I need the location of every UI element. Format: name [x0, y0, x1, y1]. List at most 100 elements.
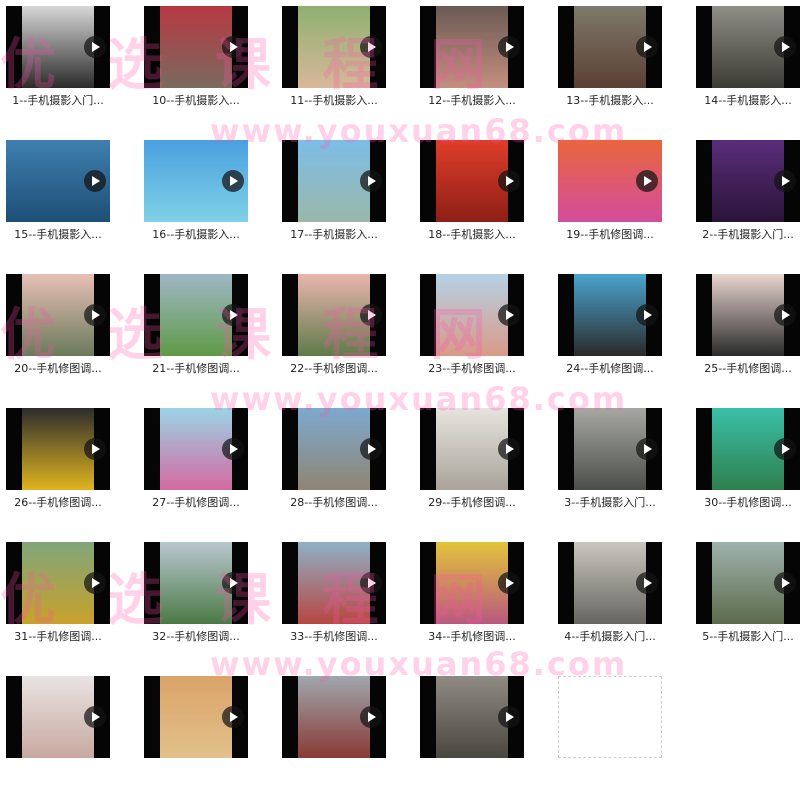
video-file-name: 31--手机修图调...	[14, 630, 102, 643]
video-file-item[interactable]: 12--手机摄影入...	[414, 0, 544, 124]
video-thumbnail[interactable]	[6, 140, 110, 222]
video-thumbnail[interactable]	[282, 676, 386, 758]
play-icon	[222, 706, 244, 728]
video-file-name: 5--手机摄影入门...	[702, 630, 794, 643]
video-file-item[interactable]: 14--手机摄影入...	[690, 0, 803, 124]
video-file-item[interactable]: 27--手机修图调...	[138, 402, 268, 526]
video-file-name: 22--手机修图调...	[290, 362, 378, 375]
video-file-name: 20--手机修图调...	[14, 362, 102, 375]
video-thumbnail[interactable]	[144, 274, 248, 356]
video-file-item[interactable]: 30--手机修图调...	[690, 402, 803, 526]
video-file-name: 4--手机摄影入门...	[564, 630, 656, 643]
play-icon	[498, 304, 520, 326]
video-thumbnail[interactable]	[696, 274, 800, 356]
video-thumbnail[interactable]	[696, 6, 800, 88]
video-file-name: 29--手机修图调...	[428, 496, 516, 509]
video-thumbnail[interactable]	[6, 676, 110, 758]
video-file-name: 19--手机修图调...	[566, 228, 654, 241]
video-file-name: 18--手机摄影入...	[428, 228, 516, 241]
play-icon	[774, 304, 796, 326]
video-file-name: 16--手机摄影入...	[152, 228, 240, 241]
video-file-name: 13--手机摄影入...	[566, 94, 654, 107]
video-file-item[interactable]	[276, 670, 406, 794]
video-thumbnail[interactable]	[420, 676, 524, 758]
video-file-item[interactable]: 18--手机摄影入...	[414, 134, 544, 258]
video-thumbnail[interactable]	[6, 542, 110, 624]
video-file-item[interactable]: 25--手机修图调...	[690, 268, 803, 392]
video-file-item[interactable]: 33--手机修图调...	[276, 536, 406, 660]
video-thumbnail[interactable]	[144, 676, 248, 758]
video-file-item[interactable]	[138, 670, 268, 794]
video-thumbnail[interactable]	[282, 274, 386, 356]
video-thumbnail[interactable]	[558, 408, 662, 490]
video-file-item[interactable]: 1--手机摄影入门...	[0, 0, 130, 124]
video-thumbnail[interactable]	[144, 6, 248, 88]
video-file-item[interactable]: 2--手机摄影入门...	[690, 134, 803, 258]
video-thumbnail[interactable]	[558, 676, 662, 758]
video-file-name: 30--手机修图调...	[704, 496, 792, 509]
play-icon	[222, 36, 244, 58]
play-icon	[84, 438, 106, 460]
play-icon	[774, 572, 796, 594]
video-file-item[interactable]: 11--手机摄影入...	[276, 0, 406, 124]
video-file-item[interactable]: 19--手机修图调...	[552, 134, 682, 258]
video-file-item[interactable]: 10--手机摄影入...	[138, 0, 268, 124]
video-file-item[interactable]: 4--手机摄影入门...	[552, 536, 682, 660]
video-file-item[interactable]	[552, 670, 682, 794]
video-file-item[interactable]: 29--手机修图调...	[414, 402, 544, 526]
video-thumbnail[interactable]	[144, 542, 248, 624]
video-thumbnail[interactable]	[6, 274, 110, 356]
play-icon	[636, 36, 658, 58]
video-file-item[interactable]: 26--手机修图调...	[0, 402, 130, 526]
video-file-item[interactable]: 34--手机修图调...	[414, 536, 544, 660]
video-file-name: 25--手机修图调...	[704, 362, 792, 375]
video-thumbnail[interactable]	[558, 140, 662, 222]
video-thumbnail[interactable]	[420, 542, 524, 624]
video-file-item[interactable]: 3--手机摄影入门...	[552, 402, 682, 526]
video-thumbnail[interactable]	[282, 408, 386, 490]
video-file-item[interactable]: 32--手机修图调...	[138, 536, 268, 660]
video-file-name: 34--手机修图调...	[428, 630, 516, 643]
video-thumbnail[interactable]	[696, 542, 800, 624]
video-file-item[interactable]: 17--手机摄影入...	[276, 134, 406, 258]
video-file-name: 15--手机摄影入...	[14, 228, 102, 241]
video-thumbnail[interactable]	[420, 6, 524, 88]
video-file-item[interactable]: 31--手机修图调...	[0, 536, 130, 660]
play-icon	[360, 304, 382, 326]
video-file-item[interactable]: 24--手机修图调...	[552, 268, 682, 392]
video-file-item[interactable]: 23--手机修图调...	[414, 268, 544, 392]
video-file-item[interactable]: 13--手机摄影入...	[552, 0, 682, 124]
video-thumbnail[interactable]	[144, 408, 248, 490]
video-thumbnail[interactable]	[282, 140, 386, 222]
video-thumbnail[interactable]	[420, 140, 524, 222]
video-thumbnail[interactable]	[6, 6, 110, 88]
video-file-name: 12--手机摄影入...	[428, 94, 516, 107]
video-file-name: 21--手机修图调...	[152, 362, 240, 375]
video-file-item[interactable]: 16--手机摄影入...	[138, 134, 268, 258]
video-file-item[interactable]: 15--手机摄影入...	[0, 134, 130, 258]
video-file-name: 26--手机修图调...	[14, 496, 102, 509]
video-thumbnail[interactable]	[696, 408, 800, 490]
video-file-item[interactable]: 28--手机修图调...	[276, 402, 406, 526]
video-thumbnail[interactable]	[558, 542, 662, 624]
video-thumbnail[interactable]	[282, 6, 386, 88]
play-icon	[222, 304, 244, 326]
video-file-item[interactable]	[0, 670, 130, 794]
video-file-item[interactable]: 21--手机修图调...	[138, 268, 268, 392]
video-thumbnail[interactable]	[558, 274, 662, 356]
play-icon	[84, 304, 106, 326]
video-file-item[interactable]	[414, 670, 544, 794]
play-icon	[360, 170, 382, 192]
video-thumbnail[interactable]	[282, 542, 386, 624]
video-file-name: 2--手机摄影入门...	[702, 228, 794, 241]
video-thumbnail[interactable]	[420, 274, 524, 356]
video-thumbnail[interactable]	[6, 408, 110, 490]
video-thumbnail[interactable]	[696, 140, 800, 222]
video-thumbnail[interactable]	[144, 140, 248, 222]
video-thumbnail[interactable]	[558, 6, 662, 88]
video-thumbnail[interactable]	[420, 408, 524, 490]
video-file-item[interactable]: 22--手机修图调...	[276, 268, 406, 392]
video-file-item[interactable]: 20--手机修图调...	[0, 268, 130, 392]
video-file-item[interactable]: 5--手机摄影入门...	[690, 536, 803, 660]
play-icon	[774, 36, 796, 58]
